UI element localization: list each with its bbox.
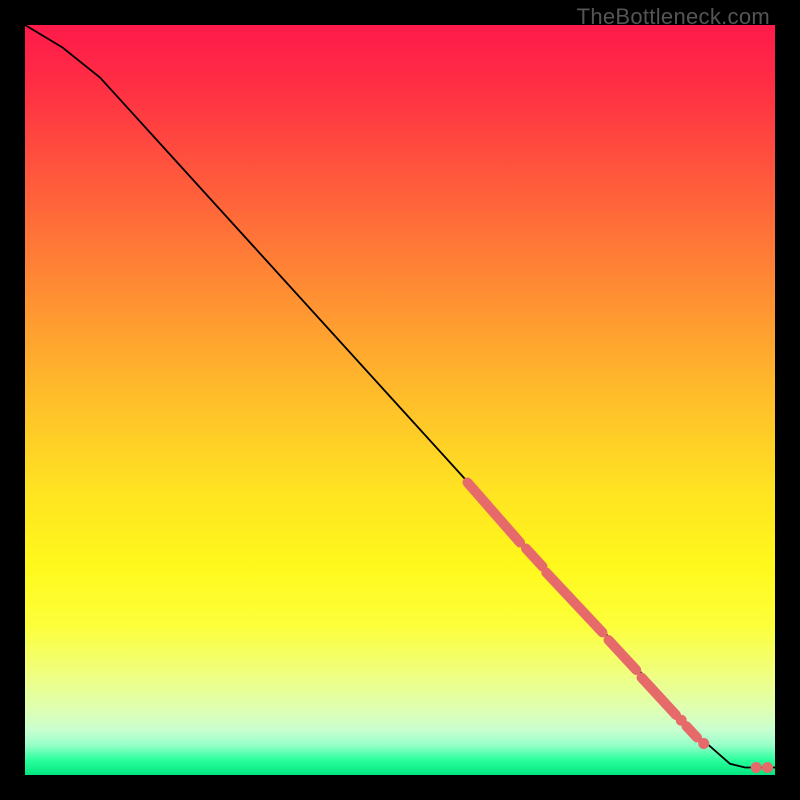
attribution-text: TheBottleneck.com xyxy=(577,4,770,30)
chart-plot-area xyxy=(25,25,775,775)
